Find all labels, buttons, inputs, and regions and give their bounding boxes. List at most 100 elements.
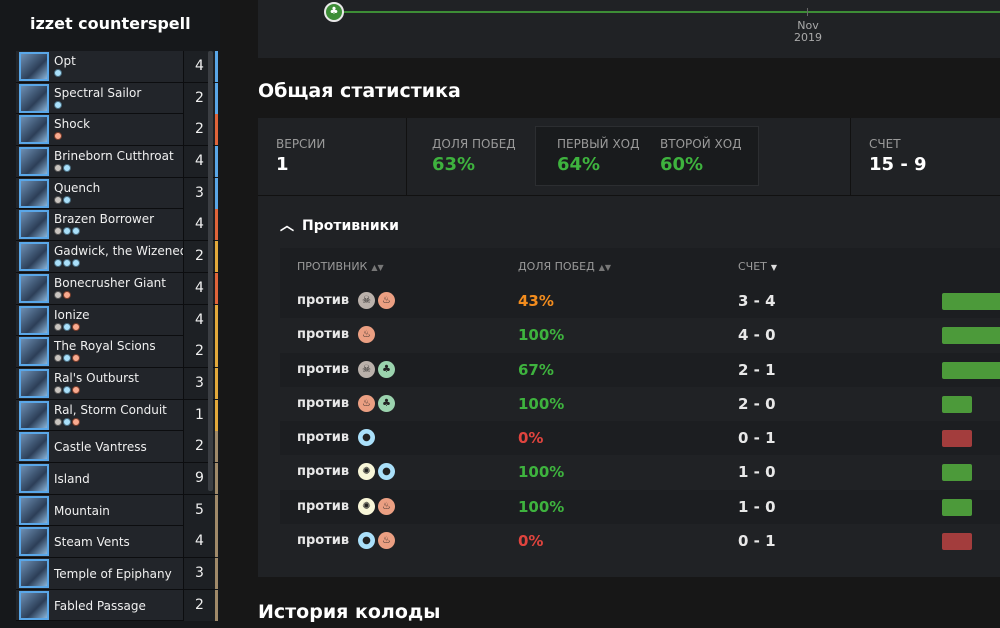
card-color-stripe bbox=[215, 146, 218, 178]
card-art bbox=[19, 368, 49, 398]
vs-label: против bbox=[297, 327, 350, 343]
vs-label: против bbox=[297, 464, 350, 480]
card-row[interactable]: Castle Vantress 2 bbox=[16, 431, 218, 463]
card-art bbox=[19, 337, 49, 367]
card-row[interactable]: Mountain 5 bbox=[16, 494, 218, 527]
card-row[interactable]: The Royal Scions 2 bbox=[16, 336, 218, 368]
opponent-score: 1 - 0 bbox=[738, 463, 776, 482]
card-row[interactable]: Shock 2 bbox=[16, 114, 218, 147]
mana-g-icon: ♣ bbox=[378, 394, 395, 412]
result-bar bbox=[942, 327, 1000, 345]
card-row[interactable]: Brineborn Cutthroat 4 bbox=[16, 146, 218, 178]
timeline-version-node[interactable]: ♣ bbox=[324, 2, 344, 22]
card-color-stripe bbox=[215, 177, 218, 209]
card-row[interactable]: Gadwick, the Wizened 2 bbox=[16, 241, 218, 273]
card-color-stripe bbox=[215, 272, 218, 304]
card-quantity: 5 bbox=[183, 494, 215, 526]
card-row[interactable]: Spectral Sailor 2 bbox=[16, 82, 218, 115]
timeline-month-label: Nov 2019 bbox=[788, 20, 828, 44]
mana-c-icon bbox=[54, 290, 62, 299]
card-row[interactable]: Opt 4 bbox=[16, 51, 218, 83]
card-name: Ral, Storm Conduit bbox=[54, 402, 167, 417]
vs-label: против bbox=[297, 395, 350, 411]
opponent-score: 0 - 1 bbox=[738, 429, 776, 448]
card-art bbox=[19, 178, 49, 208]
card-row[interactable]: Fabled Passage 2 bbox=[16, 589, 218, 622]
card-art bbox=[19, 432, 49, 462]
mana-cost bbox=[54, 195, 71, 204]
mana-b-icon: ☠ bbox=[358, 360, 375, 378]
opponent-row[interactable]: против ● ♨ 0% 0 - 1 bbox=[280, 524, 1000, 558]
sort-desc-icon: ▼ bbox=[770, 263, 778, 272]
card-name: Island bbox=[54, 471, 90, 486]
opponent-row[interactable]: против ♨ ♣ 100% 2 - 0 bbox=[280, 387, 1000, 421]
card-row[interactable]: Brazen Borrower 4 bbox=[16, 209, 218, 242]
opponent-winrate: 100% bbox=[518, 463, 565, 482]
card-art bbox=[19, 590, 49, 620]
mana-r-icon bbox=[72, 385, 80, 394]
card-art bbox=[19, 52, 49, 81]
opponent-row[interactable]: против ● 0% 0 - 1 bbox=[280, 421, 1000, 456]
opponent-row[interactable]: против ✺ ● 100% 1 - 0 bbox=[280, 455, 1000, 489]
mana-c-icon bbox=[54, 354, 62, 363]
versions-label: ВЕРСИИ bbox=[276, 137, 326, 151]
result-bar bbox=[942, 361, 1000, 379]
card-row[interactable]: Ionize 4 bbox=[16, 304, 218, 337]
versions-value: 1 bbox=[276, 154, 289, 175]
mana-cost bbox=[54, 69, 62, 77]
card-art bbox=[19, 527, 49, 557]
vs-label: против bbox=[297, 361, 350, 377]
card-row[interactable]: Temple of Epiphany 3 bbox=[16, 558, 218, 590]
opponent-row[interactable]: против ☠ ♣ 67% 2 - 1 bbox=[280, 352, 1000, 387]
card-color-stripe bbox=[215, 114, 218, 146]
opponent-colors: ● bbox=[358, 429, 375, 447]
mana-u-icon bbox=[63, 417, 71, 426]
card-row[interactable]: Quench 3 bbox=[16, 177, 218, 210]
card-row[interactable]: Island 9 bbox=[16, 462, 218, 495]
mana-u-icon bbox=[63, 227, 71, 236]
mana-c-icon bbox=[54, 164, 62, 173]
mana-w-icon: ✺ bbox=[358, 463, 375, 481]
card-art bbox=[19, 463, 49, 493]
opponent-colors: ♨ bbox=[358, 326, 375, 344]
col-winrate-header[interactable]: ДОЛЯ ПОБЕД ▲▼ bbox=[518, 260, 611, 273]
mana-cost bbox=[54, 227, 80, 236]
deck-history-title: История колоды bbox=[258, 601, 441, 623]
col-opponent-header[interactable]: ПРОТИВНИК ▲▼ bbox=[297, 260, 384, 273]
mana-u-icon bbox=[72, 227, 80, 236]
col-score-label: СЧЕТ bbox=[738, 260, 767, 273]
chevron-up-icon: ︿ bbox=[280, 218, 294, 234]
card-name: Steam Vents bbox=[54, 535, 130, 550]
mana-cost bbox=[54, 354, 80, 363]
card-row[interactable]: Ral's Outburst 3 bbox=[16, 367, 218, 400]
timeline-line bbox=[334, 11, 1000, 13]
opponent-row[interactable]: против ✺ ♨ 100% 1 - 0 bbox=[280, 489, 1000, 525]
opponent-winrate: 43% bbox=[518, 292, 554, 310]
card-name: Ral's Outburst bbox=[54, 370, 139, 385]
opponent-row[interactable]: против ☠ ♨ 43% 3 - 4 bbox=[280, 284, 1000, 319]
card-row[interactable]: Bonecrusher Giant 4 bbox=[16, 272, 218, 305]
col-score-header[interactable]: СЧЕТ ▼ bbox=[738, 260, 777, 273]
opponent-colors: ✺ ♨ bbox=[358, 497, 395, 515]
card-art bbox=[19, 495, 49, 525]
version-icon: ♣ bbox=[329, 6, 339, 17]
card-color-stripe bbox=[215, 399, 218, 431]
deck-sidebar: izzet counterspell Opt 4 Spectral Sailor 2 S… bbox=[0, 0, 220, 628]
mana-c-icon bbox=[54, 322, 62, 331]
opponents-table-header: ПРОТИВНИК ▲▼ ДОЛЯ ПОБЕД ▲▼ СЧЕТ ▼ bbox=[280, 248, 1000, 284]
card-quantity: 4 bbox=[183, 526, 215, 558]
card-art bbox=[19, 147, 49, 177]
card-name: Brazen Borrower bbox=[54, 212, 155, 227]
card-name: Gadwick, the Wizened bbox=[54, 244, 188, 259]
card-art bbox=[19, 273, 49, 303]
card-row[interactable]: Steam Vents 4 bbox=[16, 526, 218, 558]
opponents-toggle[interactable]: ︿ Противники bbox=[280, 215, 399, 235]
opponents-rows: против ☠ ♨ 43% 3 - 4 против ♨ 100% 4 - 0 против ☠ ♣… bbox=[280, 284, 1000, 558]
opponent-row[interactable]: против ♨ 100% 4 - 0 bbox=[280, 318, 1000, 352]
sidebar-scrollbar[interactable] bbox=[208, 51, 213, 491]
mana-u-icon bbox=[63, 259, 71, 268]
second-turn-label: ВТОРОЙ ХОД bbox=[660, 137, 742, 151]
score-label: СЧЕТ bbox=[869, 137, 901, 151]
sort-icon: ▲▼ bbox=[371, 263, 384, 272]
card-row[interactable]: Ral, Storm Conduit 1 bbox=[16, 399, 218, 432]
